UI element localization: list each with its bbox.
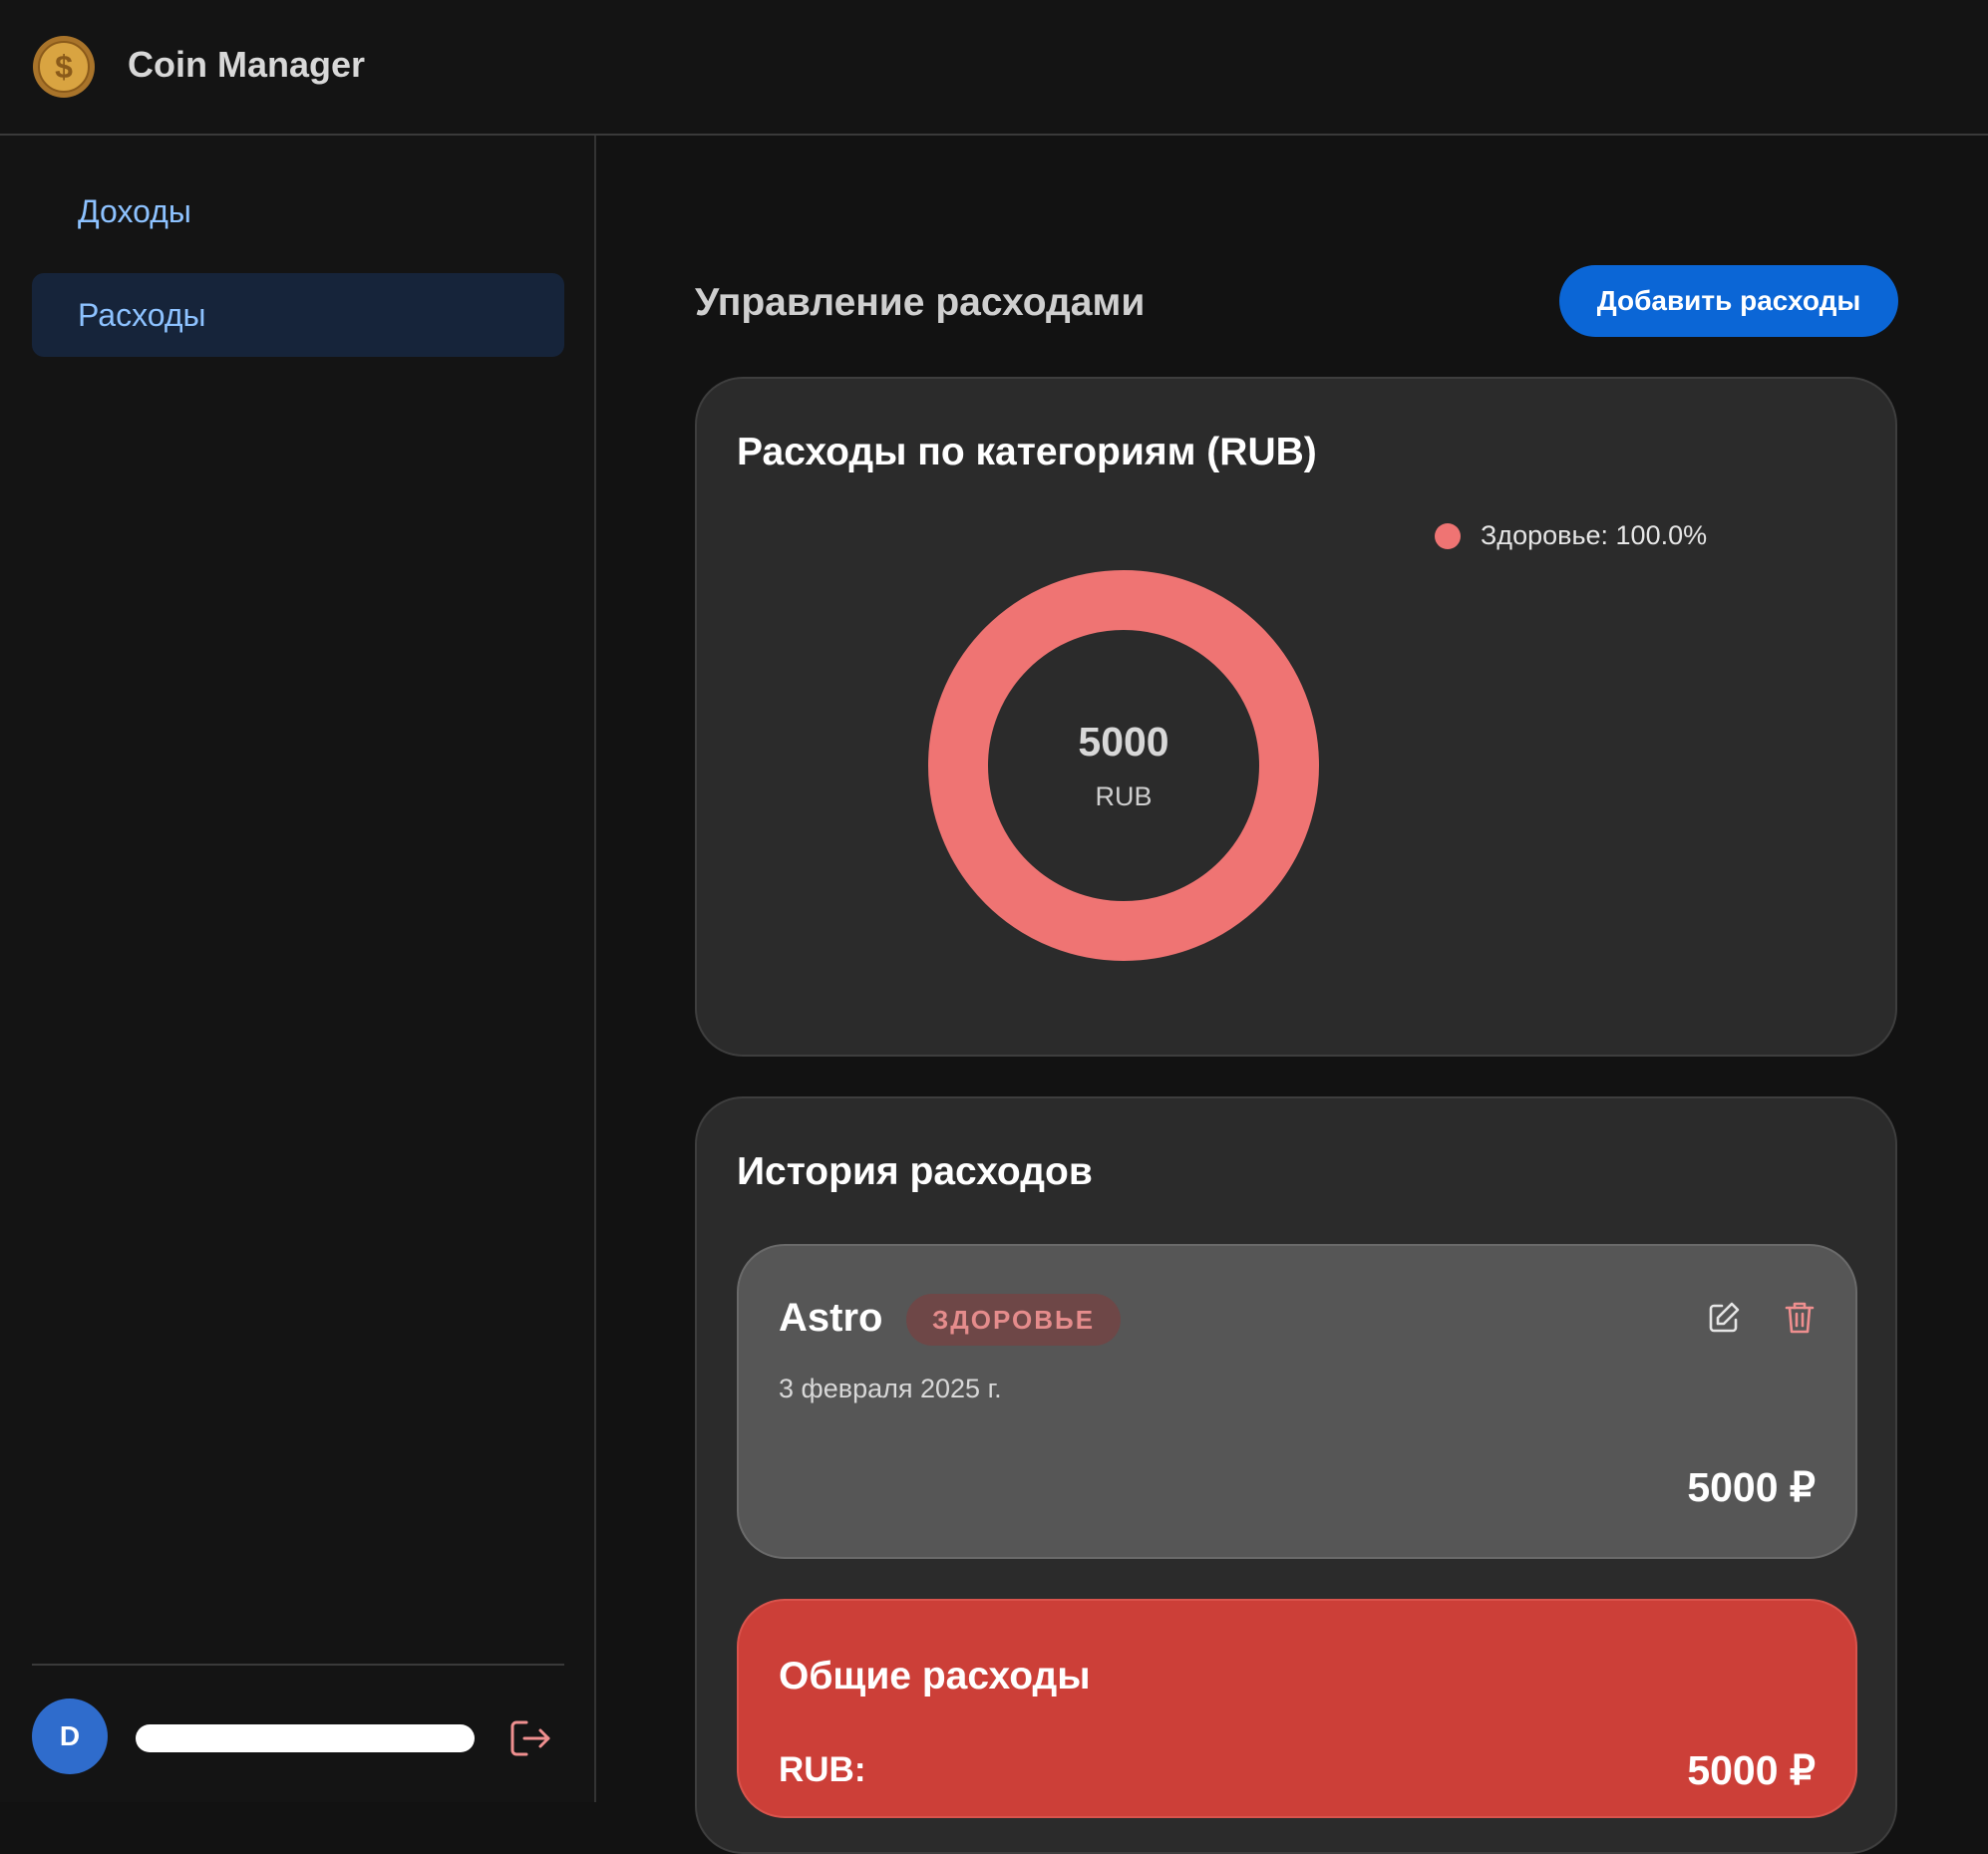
entry-date: 3 февраля 2025 г. [779, 1374, 1002, 1403]
legend-dot [1435, 522, 1461, 549]
entry-name: Astro [779, 1296, 883, 1340]
total-currency-label: RUB: [779, 1750, 866, 1789]
sidebar-item-expenses[interactable]: Расходы [32, 273, 564, 357]
trash-icon[interactable] [1780, 1298, 1820, 1338]
donut-total-unit: RUB [1095, 781, 1153, 811]
chart-legend[interactable]: Здоровье: 100.0% [1435, 520, 1707, 551]
app-title: Coin Manager [128, 44, 366, 85]
donut-center: 5000 RUB [928, 570, 1319, 961]
sidebar-item-income[interactable]: Доходы [32, 169, 564, 253]
donut-total-value: 5000 [1078, 719, 1169, 765]
app-header: $ Coin Manager [0, 0, 1988, 136]
total-title: Общие расходы [779, 1655, 1091, 1698]
logout-icon[interactable] [506, 1714, 554, 1762]
category-badge: ЗДОРОВЬЕ [906, 1294, 1122, 1346]
legend-label: Здоровье: 100.0% [1481, 520, 1708, 550]
avatar[interactable]: D [32, 1699, 108, 1774]
history-card: История расходов Astro ЗДОРОВЬЕ 3 феврал… [695, 1096, 1897, 1854]
sidebar-divider [32, 1664, 564, 1666]
sidebar: Доходы Расходы D [0, 136, 596, 1802]
entry-amount: 5000 ₽ [1687, 1464, 1816, 1510]
username-redacted [136, 1724, 475, 1752]
page-title: Управление расходами [695, 281, 1146, 324]
coin-dollar-icon: $ [33, 36, 95, 98]
chart-title: Расходы по категориям (RUB) [737, 431, 1317, 473]
total-value: 5000 ₽ [1687, 1747, 1816, 1793]
svg-text:$: $ [55, 49, 73, 85]
edit-icon[interactable] [1704, 1298, 1744, 1338]
total-expenses-card: Общие расходы RUB: 5000 ₽ [737, 1599, 1857, 1818]
history-title: История расходов [737, 1150, 1093, 1193]
expense-entry[interactable]: Astro ЗДОРОВЬЕ 3 февраля 2025 г. 5000 ₽ [737, 1244, 1857, 1559]
chart-card: Расходы по категориям (RUB) Здоровье: 10… [695, 377, 1897, 1057]
add-expense-button[interactable]: Добавить расходы [1559, 265, 1898, 337]
